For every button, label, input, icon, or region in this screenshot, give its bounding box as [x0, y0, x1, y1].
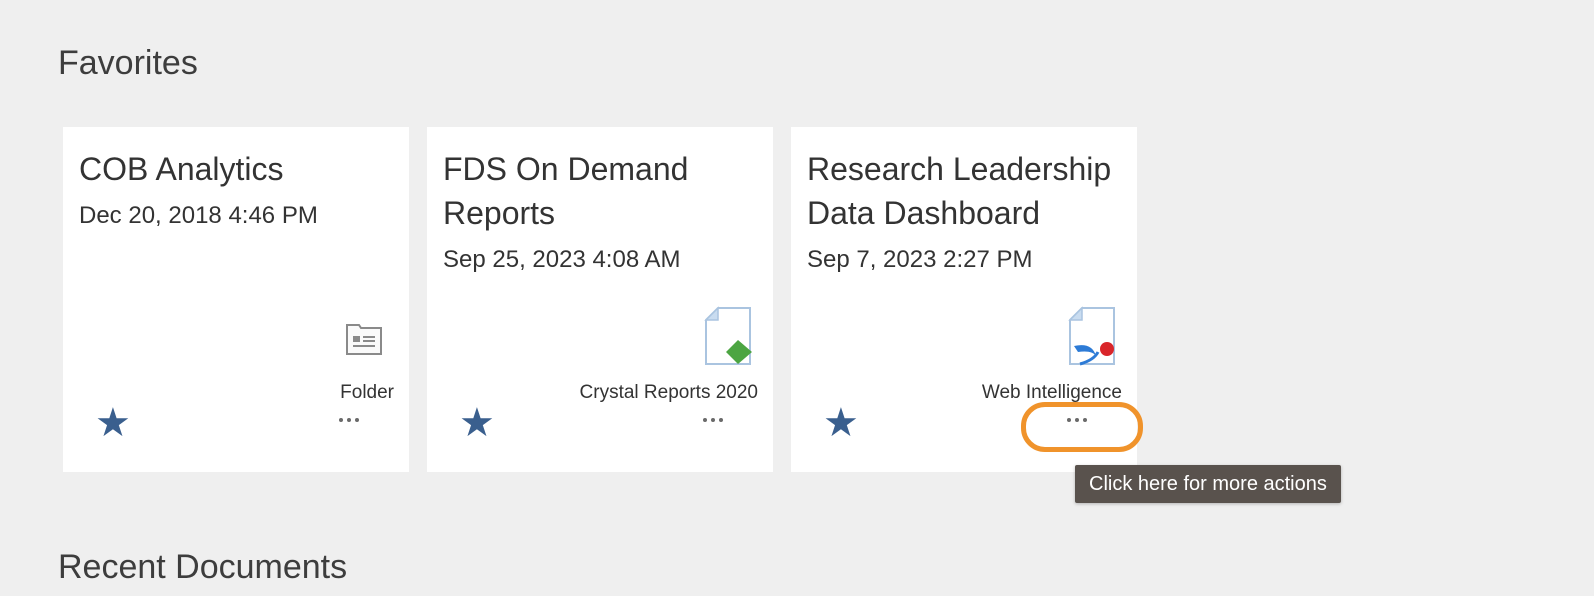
more-actions-button[interactable]: [693, 409, 733, 431]
dot: [1075, 418, 1079, 422]
tile-type-label: Crystal Reports 2020: [579, 382, 758, 403]
favorites-page: Favorites COB Analytics Dec 20, 2018 4:4…: [0, 0, 1594, 596]
tile-type-label: Folder: [340, 382, 394, 403]
recent-documents-heading: Recent Documents: [58, 548, 348, 586]
more-actions-button[interactable]: [329, 409, 369, 431]
favorite-tile-fds-on-demand-reports[interactable]: FDS On Demand Reports Sep 25, 2023 4:08 …: [427, 127, 773, 472]
favorites-heading: Favorites: [58, 44, 198, 82]
favorite-tile-cob-analytics[interactable]: COB Analytics Dec 20, 2018 4:46 PM Folde…: [63, 127, 409, 472]
dot: [355, 418, 359, 422]
favorite-tile-research-leadership-data-dashboard[interactable]: Research Leadership Data Dashboard Sep 7…: [791, 127, 1137, 472]
dot: [711, 418, 715, 422]
tile-title[interactable]: FDS On Demand Reports: [443, 147, 757, 235]
dot: [339, 418, 343, 422]
dot: [1067, 418, 1071, 422]
favorite-star-icon[interactable]: ★: [459, 403, 495, 443]
folder-icon: [345, 324, 383, 361]
tile-date: Sep 7, 2023 2:27 PM: [807, 246, 1033, 273]
crystal-reports-icon: [704, 306, 754, 373]
web-intelligence-icon: [1068, 306, 1118, 373]
dot: [719, 418, 723, 422]
favorite-star-icon[interactable]: ★: [823, 403, 859, 443]
tile-title[interactable]: Research Leadership Data Dashboard: [807, 147, 1121, 235]
dot: [347, 418, 351, 422]
dot: [703, 418, 707, 422]
tile-date: Dec 20, 2018 4:46 PM: [79, 202, 318, 229]
tile-title[interactable]: COB Analytics: [79, 147, 393, 191]
tile-date: Sep 25, 2023 4:08 AM: [443, 246, 681, 273]
more-actions-button[interactable]: [1057, 409, 1097, 431]
favorite-star-icon[interactable]: ★: [95, 403, 131, 443]
dot: [1083, 418, 1087, 422]
more-actions-tooltip: Click here for more actions: [1075, 465, 1341, 503]
tile-type-label: Web Intelligence: [981, 382, 1122, 403]
